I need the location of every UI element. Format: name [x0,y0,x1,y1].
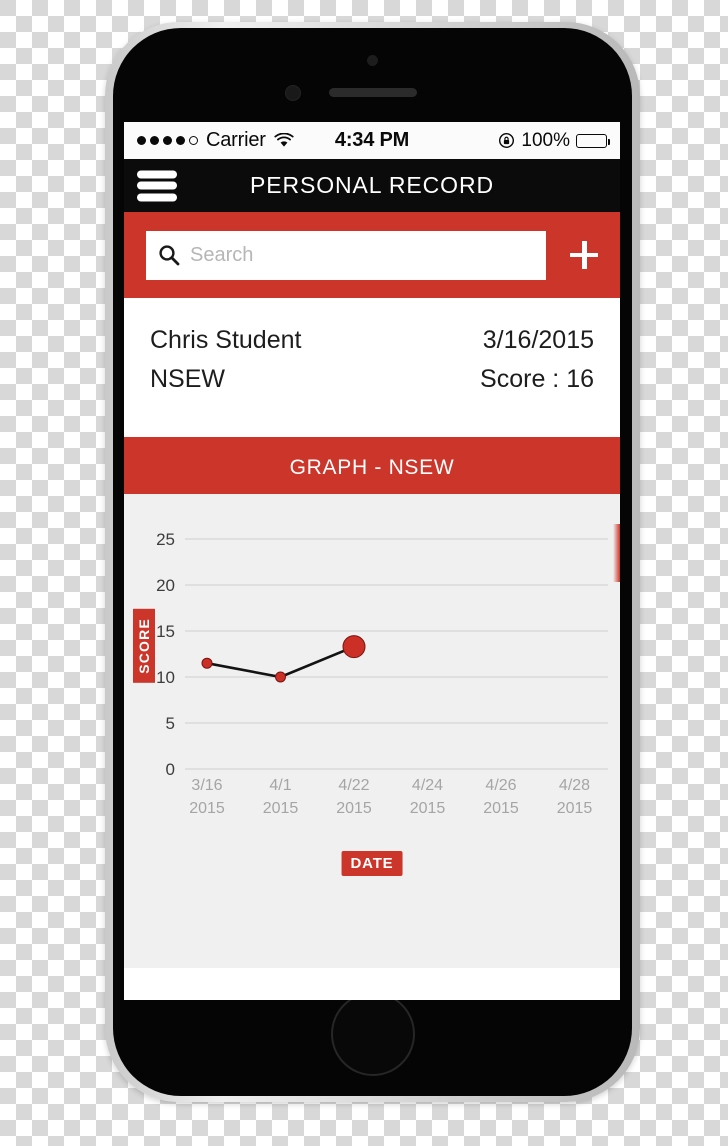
signal-strength-icon [137,136,198,145]
chart-y-axis-label: SCORE [133,609,155,683]
wifi-icon [274,133,294,147]
status-bar-right: 100% [498,129,610,152]
record-row-secondary: NSEW Score : 16 [150,365,594,394]
page-title: PERSONAL RECORD [250,172,494,198]
search-icon [159,245,180,266]
svg-text:15: 15 [156,622,175,641]
search-field[interactable] [146,230,546,280]
svg-text:2015: 2015 [336,800,372,817]
graph-panel: 0 5 10 15 20 25 3/16 2015 4/1 2015 4/22 2015 4/24 20… [124,494,620,968]
svg-text:3/16: 3/16 [191,777,222,794]
svg-text:4/26: 4/26 [485,777,516,794]
chart-area[interactable]: 0 5 10 15 20 25 3/16 2015 4/1 2015 4/22 2015 4/24 20… [124,494,620,817]
chart-series [201,635,366,683]
add-record-button[interactable] [558,229,610,281]
phone-screen: Carrier 4:34 PM 100% PERSONAL RECORD Sea… [124,122,620,1000]
svg-text:10: 10 [156,668,175,687]
graph-header-label: GRAPH - NSEW [289,455,455,479]
graph-header[interactable]: GRAPH - NSEW [124,441,620,494]
svg-text:0: 0 [166,760,175,779]
svg-text:25: 25 [156,530,175,549]
plus-icon [569,240,599,270]
rotation-lock-icon [499,132,515,149]
svg-text:2015: 2015 [557,800,593,817]
home-button[interactable] [330,992,415,1076]
svg-text:4/24: 4/24 [412,777,443,794]
chart-x-tick-labels: 3/16 2015 4/1 2015 4/22 2015 4/24 2015 4/26 2015 4… [189,777,592,817]
chart-gridlines [185,538,608,770]
svg-text:5: 5 [166,714,175,733]
chart-x-axis-label: DATE [341,851,403,876]
svg-text:2015: 2015 [483,800,519,817]
svg-text:2015: 2015 [263,800,299,817]
record-score: Score : 16 [480,365,594,393]
chart-y-tick-labels: 0 5 10 15 20 25 [156,530,175,779]
record-row-primary: Chris Student 3/16/2015 [150,326,594,355]
svg-text:2015: 2015 [189,800,225,817]
front-camera-icon [366,55,378,66]
status-bar: Carrier 4:34 PM 100% [124,122,620,159]
carrier-label: Carrier [206,129,266,151]
navigation-bar: PERSONAL RECORD [124,159,620,212]
battery-full-icon [576,133,610,148]
record-name: Chris Student [150,326,302,354]
svg-text:4/1: 4/1 [269,777,291,794]
record-date: 3/16/2015 [482,326,594,354]
status-bar-left: Carrier [137,129,294,152]
hamburger-menu-icon[interactable] [137,168,177,203]
proximity-sensor-icon [285,85,301,101]
search-input[interactable] [190,243,534,267]
svg-text:2015: 2015 [410,800,446,817]
horizontal-scroll-indicator[interactable] [613,524,620,582]
record-category: NSEW [150,365,225,393]
earpiece-speaker [328,88,417,97]
search-bar [124,212,620,298]
battery-percent-label: 100% [521,129,570,151]
svg-text:20: 20 [156,576,175,595]
svg-text:4/28: 4/28 [559,777,590,794]
line-chart[interactable]: 0 5 10 15 20 25 3/16 2015 4/1 2015 4/22 2015 4/24 20… [124,494,620,824]
svg-text:4/22: 4/22 [338,777,369,794]
record-card[interactable]: Chris Student 3/16/2015 NSEW Score : 16 [124,298,620,441]
